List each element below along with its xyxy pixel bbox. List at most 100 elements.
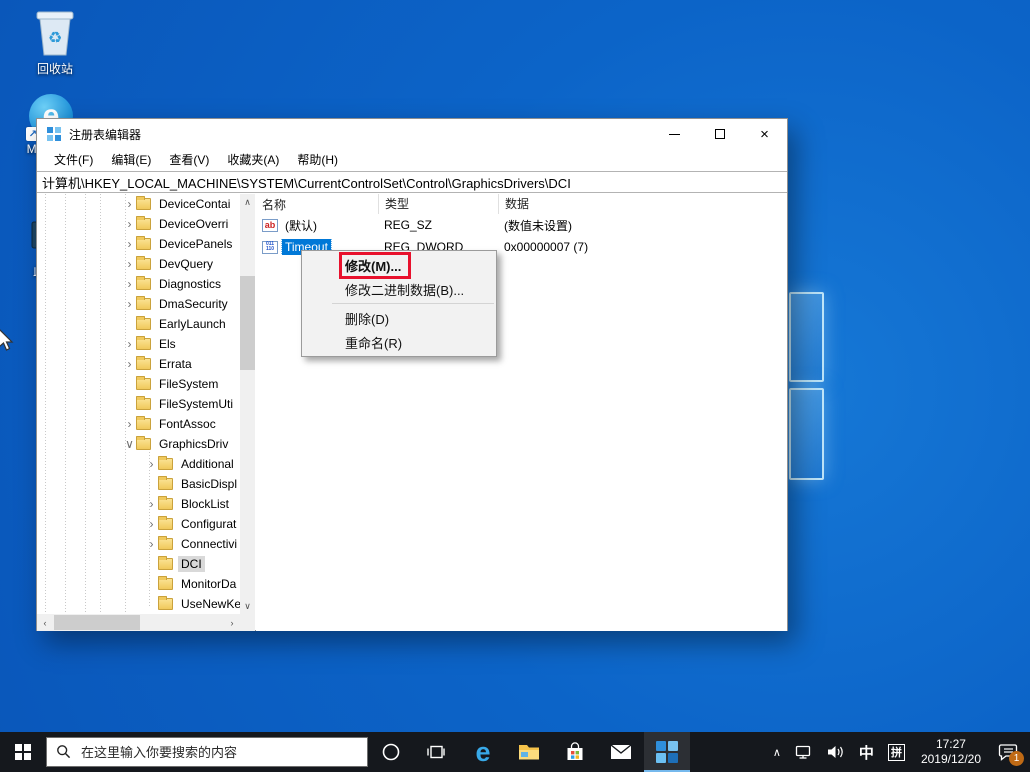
context-menu-item[interactable]: 修改二进制数据(B)... [302, 277, 496, 301]
tree-indent-guide [125, 194, 126, 614]
cortana-button[interactable] [368, 732, 414, 772]
tree-node[interactable]: › DevicePanels [37, 234, 240, 254]
search-icon [57, 745, 71, 759]
tree-node[interactable]: › Els [37, 334, 240, 354]
tree-node-label: Connectivi [181, 537, 238, 551]
start-button[interactable] [0, 732, 46, 772]
tree-expander-icon[interactable]: › [145, 537, 158, 551]
column-header-name[interactable]: 名称 [256, 196, 378, 213]
ime-language-button[interactable]: 中 [852, 732, 881, 772]
tree-node[interactable]: MonitorDa [37, 574, 240, 594]
file-explorer-button[interactable] [506, 732, 552, 772]
folder-icon [136, 416, 151, 430]
taskbar-search-box[interactable] [46, 737, 368, 767]
tree-vertical-scrollbar[interactable]: ∧ ∨ [240, 194, 255, 614]
context-menu-separator [332, 303, 494, 304]
close-button[interactable]: × [742, 119, 787, 149]
window-title: 注册表编辑器 [69, 127, 142, 142]
scroll-left-icon[interactable]: ‹ [37, 614, 53, 631]
tree-node[interactable]: › Connectivi [37, 534, 240, 554]
tree-node-label: DCI [178, 556, 205, 572]
context-menu-item[interactable]: 重命名(R) [302, 330, 496, 354]
tree-node[interactable]: UseNewKe [37, 594, 240, 614]
tree-horizontal-scrollbar[interactable]: ‹ › [37, 614, 240, 631]
tree-node[interactable]: › Configurat [37, 514, 240, 534]
tree-node[interactable]: › BlockList [37, 494, 240, 514]
tree-node[interactable]: › DevQuery [37, 254, 240, 274]
menu-item[interactable]: 编辑(E) [102, 149, 160, 171]
folder-icon [136, 316, 151, 330]
menu-item[interactable]: 帮助(H) [288, 149, 347, 171]
tree-node-label: UseNewKe [181, 597, 240, 611]
tree-node-label: FileSystemUti [159, 397, 234, 411]
folder-icon [136, 356, 151, 370]
action-center-button[interactable]: 1 [990, 732, 1030, 772]
close-icon: × [760, 125, 769, 143]
tree-node[interactable]: FileSystemUti [37, 394, 240, 414]
vertical-scroll-thumb[interactable] [240, 276, 255, 370]
clock-time: 17:27 [935, 737, 966, 751]
volume-icon [827, 746, 843, 758]
tree-node[interactable]: EarlyLaunch [37, 314, 240, 334]
folder-icon [136, 376, 151, 390]
string-value-icon: ab [262, 218, 278, 232]
context-menu-item[interactable]: 修改(M)... [302, 251, 496, 279]
address-bar[interactable]: 计算机\HKEY_LOCAL_MACHINE\SYSTEM\CurrentCon… [37, 171, 787, 193]
mail-button[interactable] [598, 732, 644, 772]
hidden-icons-button[interactable]: ∧ [766, 732, 788, 772]
tree-node[interactable]: › DmaSecurity [37, 294, 240, 314]
tree-node[interactable]: › Additional [37, 454, 240, 474]
menu-item[interactable]: 文件(F) [45, 149, 102, 171]
tree-expander-icon[interactable]: › [145, 457, 158, 471]
tree-indent-guide [45, 194, 46, 614]
minimize-button[interactable] [652, 119, 697, 149]
volume-button[interactable] [820, 732, 852, 772]
tree-expander-icon[interactable]: › [145, 497, 158, 511]
taskbar-edge-button[interactable]: e [460, 732, 506, 772]
column-header-data[interactable]: 数据 [498, 194, 787, 214]
value-data: (数值未设置) [504, 218, 572, 233]
tree-node[interactable]: BasicDispl [37, 474, 240, 494]
search-input[interactable] [81, 744, 358, 760]
clock[interactable]: 17:27 2019/12/20 [912, 732, 990, 772]
tree-node-label: BasicDispl [181, 477, 238, 491]
scroll-down-icon[interactable]: ∨ [240, 598, 255, 614]
desktop-icon-recycle-bin[interactable]: ♻ 回收站 [16, 8, 94, 77]
value-row[interactable]: ab 011 110 (默认) REG_SZ (数值未设置) [256, 214, 787, 236]
tree-node[interactable]: › DeviceContai [37, 194, 240, 214]
network-button[interactable] [788, 732, 820, 772]
tree-node[interactable]: DCI [37, 554, 240, 574]
context-menu-item[interactable]: 删除(D) [302, 306, 496, 330]
task-view-button[interactable] [414, 732, 460, 772]
folder-icon [136, 396, 151, 410]
column-header-type[interactable]: 类型 [378, 194, 498, 214]
horizontal-scroll-thumb[interactable] [54, 615, 140, 630]
tree-expander-icon[interactable]: › [145, 517, 158, 531]
value-type: REG_SZ [384, 218, 433, 232]
menu-item[interactable]: 查看(V) [160, 149, 218, 171]
ime-mode-button[interactable]: 拼 [881, 732, 912, 772]
tree-node-label: EarlyLaunch [159, 317, 226, 331]
menu-item[interactable]: 收藏夹(A) [218, 149, 288, 171]
taskbar-regedit-button[interactable] [644, 732, 690, 772]
regedit-icon [656, 741, 678, 763]
tree-node[interactable]: FileSystem [37, 374, 240, 394]
tree-node-label: Configurat [181, 517, 237, 531]
store-icon [567, 742, 583, 760]
scroll-up-icon[interactable]: ∧ [240, 194, 255, 210]
tree-node[interactable]: › FontAssoc [37, 414, 240, 434]
maximize-button[interactable] [697, 119, 742, 149]
clock-date: 2019/12/20 [920, 752, 981, 766]
scrollbar-corner [240, 614, 255, 631]
scroll-right-icon[interactable]: › [224, 614, 240, 631]
store-button[interactable] [552, 732, 598, 772]
folder-icon [136, 436, 151, 450]
tree-node[interactable]: › DeviceOverri [37, 214, 240, 234]
tree-node[interactable]: › Errata [37, 354, 240, 374]
tree-node-label: FontAssoc [159, 417, 216, 431]
tree-node[interactable]: › Diagnostics [37, 274, 240, 294]
folder-icon [136, 256, 151, 270]
title-bar[interactable]: 注册表编辑器 × [37, 119, 787, 149]
tree-node[interactable]: ∨ GraphicsDriv [37, 434, 240, 454]
folder-icon [158, 536, 173, 550]
